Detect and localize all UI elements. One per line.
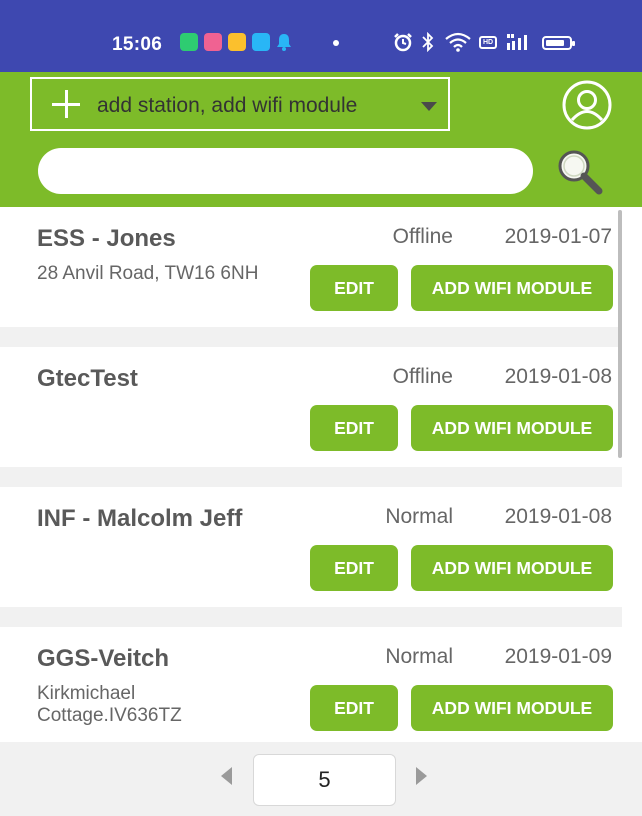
messages-app-icon [180, 33, 198, 51]
battery-icon [542, 36, 575, 50]
add-wifi-module-button[interactable]: ADD WIFI MODULE [411, 545, 613, 591]
station-date: 2019-01-08 [504, 365, 612, 388]
station-address: Kirkmichael Cottage.IV636TZ [37, 683, 182, 726]
edit-button[interactable]: EDIT [310, 405, 398, 451]
divider [0, 607, 622, 627]
station-status: Normal [385, 645, 453, 668]
plus-icon [52, 90, 80, 118]
pager: 5 [0, 742, 642, 816]
mail-app-icon [228, 33, 246, 51]
search-icon[interactable] [553, 145, 609, 201]
alarm-icon [394, 33, 412, 52]
photos-app-icon [252, 33, 270, 51]
wifi-icon [445, 32, 471, 52]
status-bar: 15:06 HD [0, 0, 642, 72]
station-card[interactable]: GtecTest Offline 2019-01-08 EDIT ADD WIF… [0, 347, 622, 467]
station-card[interactable]: GGS-Veitch Normal 2019-01-09 Kirkmichael… [0, 627, 622, 747]
edit-button[interactable]: EDIT [310, 265, 398, 311]
add-wifi-module-button[interactable]: ADD WIFI MODULE [411, 265, 613, 311]
station-date: 2019-01-07 [504, 225, 612, 248]
edit-button[interactable]: EDIT [310, 545, 398, 591]
station-card[interactable]: INF - Malcolm Jeff Normal 2019-01-08 EDI… [0, 487, 622, 607]
search-input[interactable] [38, 148, 533, 194]
station-address: 28 Anvil Road, TW16 6NH [37, 263, 259, 284]
pink-app-icon [204, 33, 222, 51]
prev-page-icon[interactable] [221, 767, 232, 785]
bluetooth-icon [422, 32, 434, 52]
page-number-field[interactable]: 5 [253, 754, 396, 806]
scrollbar[interactable] [618, 210, 622, 458]
dot-icon [333, 40, 339, 46]
edit-button[interactable]: EDIT [310, 685, 398, 731]
hd-icon: HD [479, 36, 497, 49]
station-date: 2019-01-08 [504, 505, 612, 528]
add-wifi-module-button[interactable]: ADD WIFI MODULE [411, 685, 613, 731]
station-card[interactable]: ESS - Jones Offline 2019-01-07 28 Anvil … [0, 207, 622, 327]
next-page-icon[interactable] [416, 767, 427, 785]
station-date: 2019-01-09 [504, 645, 612, 668]
add-wifi-module-button[interactable]: ADD WIFI MODULE [411, 405, 613, 451]
header-bar: add station, add wifi module [0, 72, 642, 207]
station-name: GGS-Veitch [37, 645, 170, 672]
divider [0, 467, 622, 487]
station-status: Offline [392, 225, 453, 248]
chevron-down-icon [421, 102, 437, 111]
notification-bell-icon [277, 34, 291, 51]
user-profile-icon[interactable] [561, 79, 613, 131]
add-station-label: add station, add wifi module [97, 94, 358, 117]
station-status: Normal [385, 505, 453, 528]
signal-5g-icon [507, 34, 527, 50]
station-status: Offline [392, 365, 453, 388]
station-name: GtecTest [37, 365, 138, 392]
divider [0, 327, 622, 347]
add-station-dropdown[interactable]: add station, add wifi module [30, 77, 450, 131]
station-name: ESS - Jones [37, 225, 176, 252]
status-time: 15:06 [112, 34, 163, 55]
station-name: INF - Malcolm Jeff [37, 505, 243, 532]
